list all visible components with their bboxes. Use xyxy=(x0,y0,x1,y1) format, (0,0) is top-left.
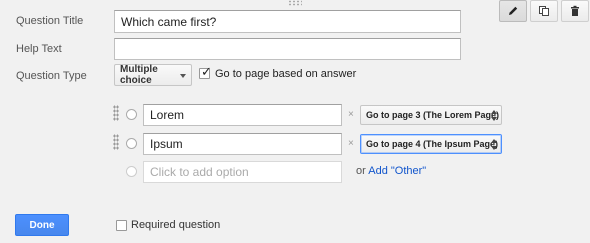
edit-button[interactable] xyxy=(499,0,527,22)
required-question-checkbox[interactable] xyxy=(116,220,127,231)
delete-button[interactable] xyxy=(561,0,589,22)
question-title-label: Question Title xyxy=(16,15,84,27)
goto-page-checkbox-label: Go to page based on answer xyxy=(215,68,357,80)
goto-page-value-2: Go to page 4 (The Ipsum Page) xyxy=(366,139,499,149)
help-text-input[interactable] xyxy=(114,38,461,60)
pencil-icon xyxy=(509,6,518,15)
updown-arrows-icon xyxy=(491,110,497,121)
goto-page-checkbox[interactable]: ✓ xyxy=(199,64,212,79)
goto-page-select-1[interactable]: Go to page 3 (The Lorem Page) xyxy=(360,105,502,125)
required-question-label: Required question xyxy=(131,219,221,231)
remove-option-icon[interactable]: × xyxy=(348,109,354,120)
trash-icon xyxy=(571,5,579,16)
question-type-label: Question Type xyxy=(16,70,87,82)
goto-page-value-1: Go to page 3 (The Lorem Page) xyxy=(366,110,500,120)
add-other-link[interactable]: Add "Other" xyxy=(368,165,426,177)
drag-handle[interactable] xyxy=(113,134,119,150)
remove-option-icon[interactable]: × xyxy=(348,138,354,149)
option-input-1[interactable]: Lorem xyxy=(143,104,342,126)
checkmark-icon: ✓ xyxy=(201,64,212,79)
option-input-2[interactable]: Ipsum xyxy=(143,133,342,155)
duplicate-icon xyxy=(539,6,549,16)
done-button[interactable]: Done xyxy=(15,214,69,236)
add-other-row: or Add "Other" xyxy=(356,165,426,177)
add-option-input[interactable]: Click to add option xyxy=(143,161,342,183)
drag-handle-top[interactable] xyxy=(288,0,302,6)
drag-handle[interactable] xyxy=(113,105,119,121)
duplicate-button[interactable] xyxy=(530,0,558,22)
chevron-down-icon xyxy=(180,74,186,78)
updown-arrows-icon xyxy=(491,139,497,150)
option-radio xyxy=(126,166,137,177)
question-type-select[interactable]: Multiple choice xyxy=(114,64,192,86)
option-radio xyxy=(126,138,137,149)
goto-page-select-2[interactable]: Go to page 4 (The Ipsum Page) xyxy=(360,134,502,154)
question-title-input[interactable]: Which came first? xyxy=(114,10,461,33)
add-other-prefix: or xyxy=(356,165,366,177)
option-radio xyxy=(126,109,137,120)
help-text-label: Help Text xyxy=(16,43,62,55)
